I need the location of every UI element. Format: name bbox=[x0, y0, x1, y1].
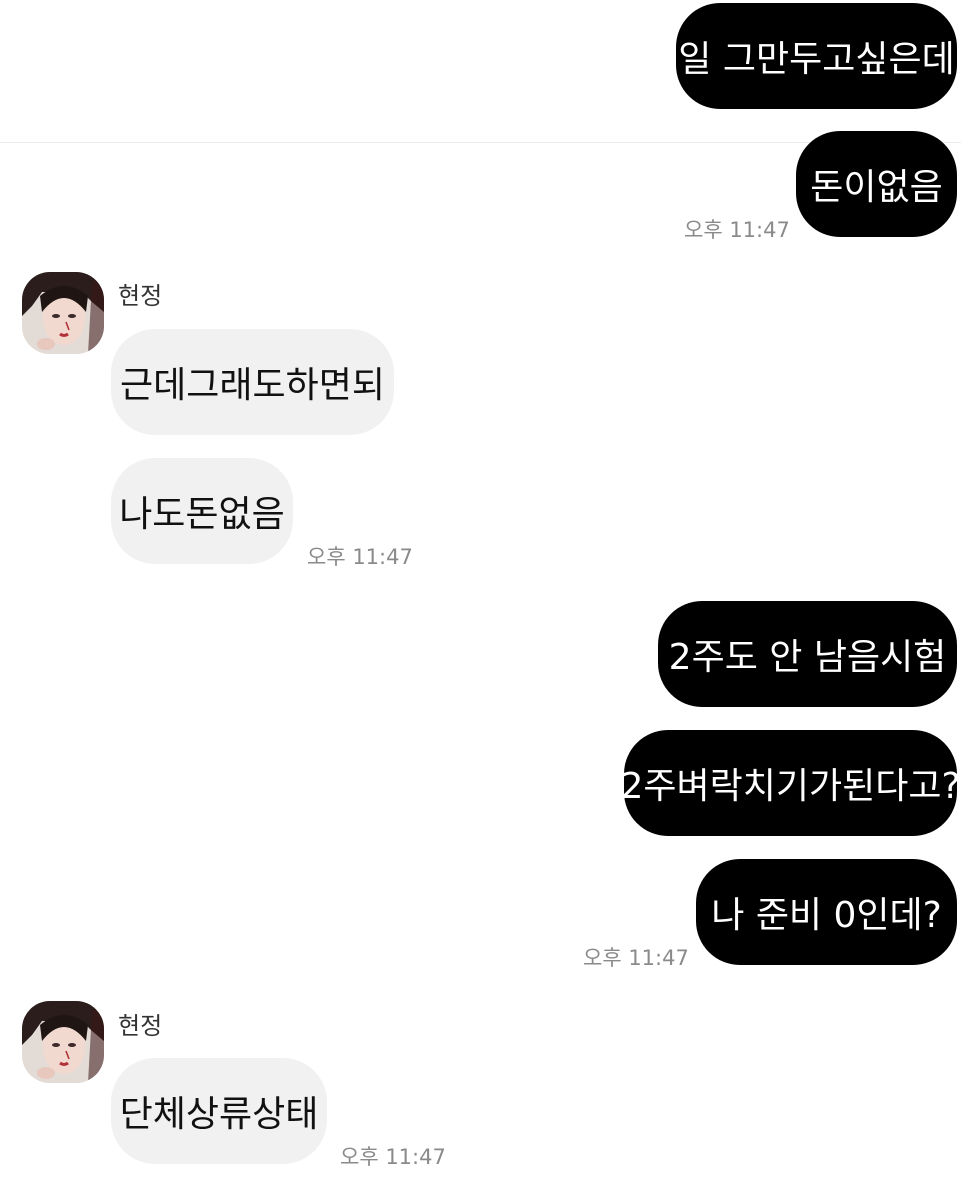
incoming-message-bubble[interactable]: 단체상류상태 bbox=[111, 1058, 327, 1164]
message-text: 단체상류상태 bbox=[119, 1094, 319, 1135]
message-text: 나도돈없음 bbox=[119, 494, 285, 535]
profile-photo-icon bbox=[22, 272, 104, 354]
sender-name: 현정 bbox=[118, 1012, 163, 1040]
profile-photo-icon bbox=[22, 1001, 104, 1083]
outgoing-message-bubble[interactable]: 돈이없음 bbox=[796, 131, 957, 237]
message-text: 근데그래도하면되 bbox=[120, 365, 385, 406]
incoming-message-bubble[interactable]: 근데그래도하면되 bbox=[111, 329, 394, 435]
message-text: 돈이없음 bbox=[810, 167, 943, 208]
incoming-message-bubble[interactable]: 나도돈없음 bbox=[111, 458, 293, 564]
outgoing-message-bubble[interactable]: 일 그만두고싶은데 bbox=[676, 3, 957, 109]
outgoing-message-bubble[interactable]: 나 준비 0인데? bbox=[696, 859, 957, 965]
message-text: 2주도 안 남음시험 bbox=[668, 637, 947, 678]
message-text: 일 그만두고싶은데 bbox=[678, 39, 955, 80]
message-timestamp: 오후 11:47 bbox=[583, 946, 689, 970]
outgoing-message-bubble[interactable]: 2주벼락치기가된다고? bbox=[620, 730, 961, 836]
sender-avatar[interactable] bbox=[22, 1001, 104, 1083]
message-text: 2주벼락치기가된다고? bbox=[620, 766, 961, 807]
message-timestamp: 오후 11:47 bbox=[340, 1145, 446, 1169]
outgoing-message-bubble[interactable]: 2주도 안 남음시험 bbox=[658, 601, 957, 707]
sender-avatar[interactable] bbox=[22, 272, 104, 354]
message-timestamp: 오후 11:47 bbox=[684, 218, 790, 242]
message-timestamp: 오후 11:47 bbox=[307, 545, 413, 569]
sender-name: 현정 bbox=[118, 282, 163, 310]
message-text: 나 준비 0인데? bbox=[711, 895, 942, 936]
